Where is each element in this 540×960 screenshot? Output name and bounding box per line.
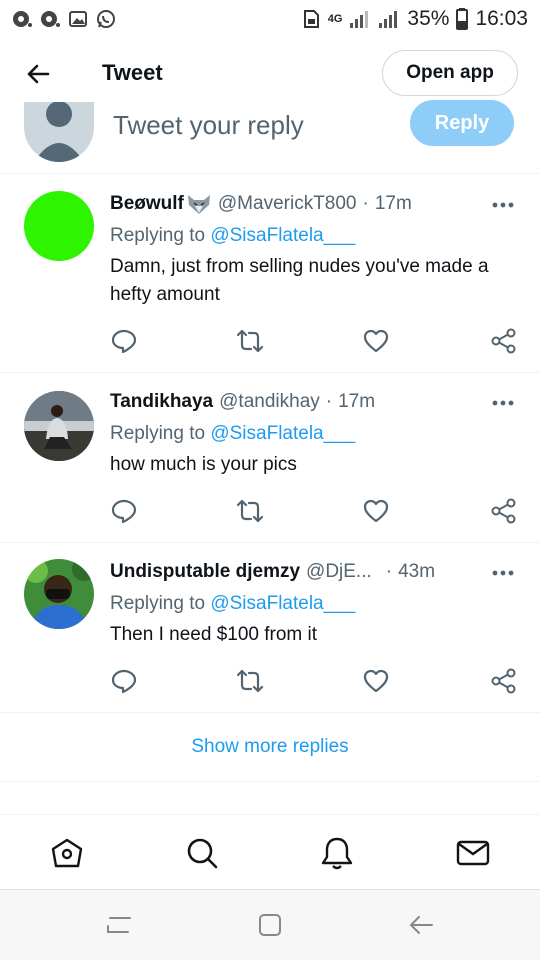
mention-link[interactable]: @SisaFlatela___ [210, 423, 355, 444]
user-avatar [24, 102, 94, 162]
signal-icon [350, 11, 369, 28]
notifications-icon[interactable] [319, 835, 355, 871]
search-icon[interactable] [184, 835, 220, 871]
retweet-icon[interactable] [236, 667, 264, 695]
tweet-header: Undisputable djemzy @DjE... · 43m [110, 561, 435, 583]
like-icon[interactable] [362, 497, 390, 525]
back-arrow-icon[interactable] [22, 58, 54, 90]
battery-icon [456, 8, 469, 30]
recorder-icon [13, 11, 32, 27]
open-app-button[interactable]: Open app [382, 50, 518, 96]
reply-tweet[interactable]: Tandikhaya @tandikhay · 17m Replying to … [0, 373, 540, 543]
signal-icon [379, 11, 398, 28]
avatar[interactable] [24, 391, 94, 461]
network-type: 4G [327, 12, 343, 25]
back-button-icon[interactable] [406, 910, 436, 940]
timestamp: 17m [338, 391, 376, 412]
sim-icon [303, 10, 319, 28]
reply-icon[interactable] [110, 327, 138, 355]
battery-percent: 35% [407, 7, 450, 30]
tweet-actions [110, 667, 520, 695]
bottom-nav [0, 814, 540, 890]
tweet-header: Beøwulf @MaverickT800 · 17m [110, 193, 412, 215]
share-icon[interactable] [490, 327, 518, 355]
system-nav-bar [0, 890, 540, 960]
reply-icon[interactable] [110, 497, 138, 525]
replying-prefix: Replying to [110, 423, 206, 444]
handle: @MaverickT800 [217, 193, 357, 214]
avatar[interactable] [24, 559, 94, 629]
tweet-text: Damn, just from selling nudes you've mad… [110, 256, 489, 305]
page-title: Tweet [102, 60, 163, 85]
reply-tweet[interactable]: Beøwulf @MaverickT800 · 17m Replying to … [0, 175, 540, 373]
home-button-icon[interactable] [255, 910, 285, 940]
more-options-icon[interactable] [490, 393, 516, 413]
separator-dot: · [385, 561, 393, 582]
reply-input[interactable]: Tweet your reply [113, 110, 304, 141]
share-icon[interactable] [490, 667, 518, 695]
avatar[interactable] [24, 191, 94, 261]
status-bar-left [12, 9, 116, 29]
handle: @tandikhay [219, 391, 320, 412]
replying-to: Replying to @SisaFlatela___ [110, 225, 355, 247]
recent-apps-icon[interactable] [104, 910, 134, 940]
wolf-emoji-icon [187, 195, 210, 214]
recorder-icon [41, 11, 60, 27]
whatsapp-icon [97, 10, 115, 28]
more-options-icon[interactable] [490, 563, 516, 583]
like-icon[interactable] [362, 327, 390, 355]
display-name[interactable]: Beøwulf [110, 193, 184, 215]
retweet-icon[interactable] [236, 497, 264, 525]
gallery-icon [69, 11, 87, 27]
replying-to: Replying to @SisaFlatela___ [110, 593, 355, 615]
default-avatar-icon [34, 102, 84, 162]
messages-icon[interactable] [455, 835, 491, 871]
reply-icon[interactable] [110, 667, 138, 695]
separator-dot: · [362, 193, 369, 214]
tweet-text: Then I need $100 from it [110, 624, 318, 645]
display-name[interactable]: Undisputable djemzy [110, 561, 300, 583]
avatar-photo [24, 559, 94, 629]
like-icon[interactable] [362, 667, 390, 695]
reply-composer: Tweet your reply Reply [0, 96, 540, 174]
status-bar-right: 4G 35% 16:03 [301, 7, 528, 31]
replying-to: Replying to @SisaFlatela___ [110, 423, 355, 445]
reply-button[interactable]: Reply [410, 100, 514, 146]
tweet-actions [110, 327, 520, 355]
home-icon[interactable] [49, 835, 85, 871]
mention-link[interactable]: @SisaFlatela___ [210, 225, 355, 246]
replying-prefix: Replying to [110, 593, 206, 614]
tweet-header: Tandikhaya @tandikhay · 17m [110, 391, 375, 413]
clock: 16:03 [475, 7, 528, 30]
retweet-icon[interactable] [236, 327, 264, 355]
timestamp: 43m [398, 561, 436, 582]
timestamp: 17m [374, 193, 412, 214]
show-more-replies-link[interactable]: Show more replies [0, 712, 540, 782]
share-icon[interactable] [490, 497, 518, 525]
mention-link[interactable]: @SisaFlatela___ [210, 593, 355, 614]
status-bar: 4G 35% 16:03 [0, 0, 540, 38]
replying-prefix: Replying to [110, 225, 206, 246]
display-name[interactable]: Tandikhaya [110, 391, 213, 413]
avatar-photo [24, 391, 94, 461]
more-options-icon[interactable] [490, 195, 516, 215]
tweet-text: how much is your pics [110, 454, 297, 475]
reply-tweet[interactable]: Undisputable djemzy @DjE... · 43m Replyi… [0, 543, 540, 713]
handle: @DjE... [306, 561, 372, 582]
separator-dot: · [325, 391, 333, 412]
tweet-actions [110, 497, 520, 525]
